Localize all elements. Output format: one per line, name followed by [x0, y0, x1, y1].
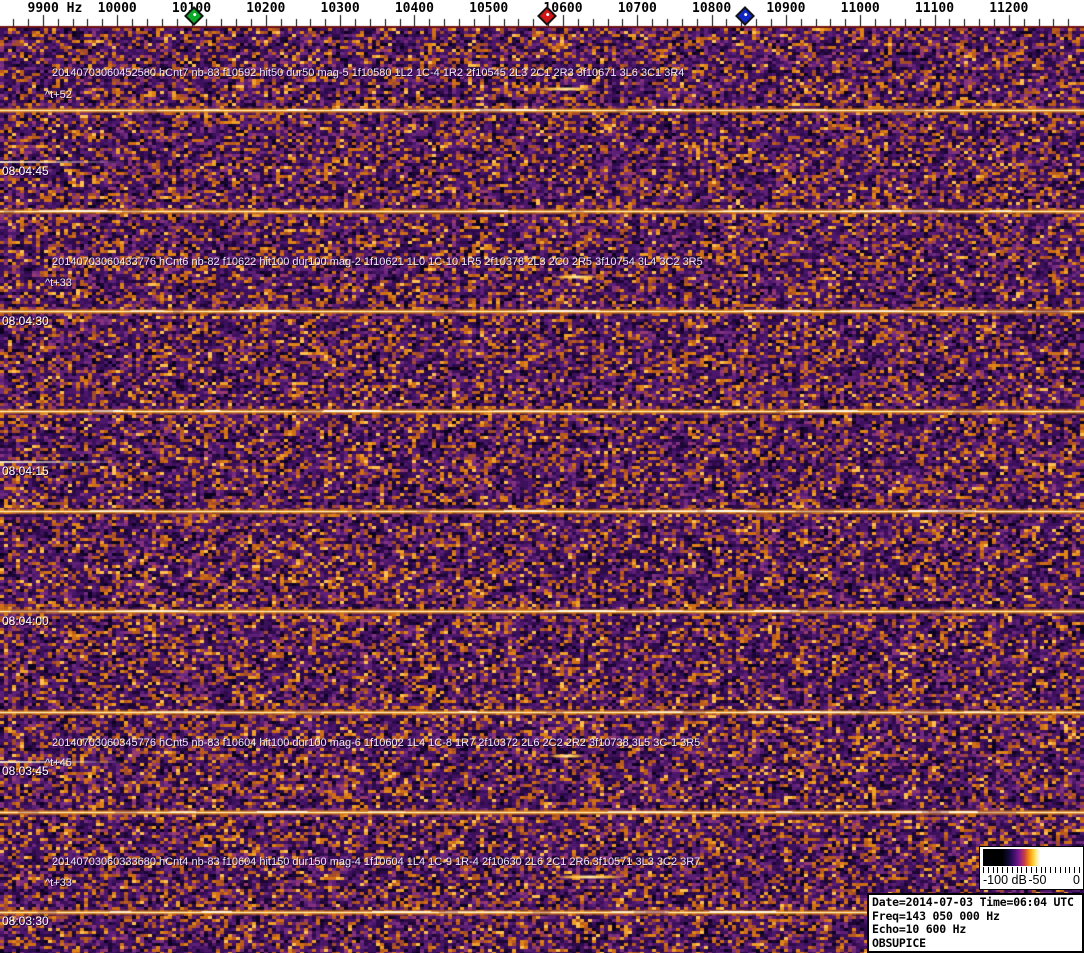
- colorbar-labels: -100 dB -50 0: [982, 873, 1081, 887]
- detection-time-offset: ^t+52: [45, 89, 72, 101]
- detection-text: 20140703060345776 hCnt5 nb-83 f10604 hit…: [52, 737, 701, 749]
- time-label: 08:04:45: [2, 164, 49, 178]
- colorbar-label-max: 0: [1073, 873, 1080, 887]
- detection-text: 20140703060452580 hCnt7 nb-83 f10592 hit…: [52, 67, 685, 79]
- detection-text: 20140703060433776 hCnt6 nb-82 f10622 hit…: [52, 256, 703, 268]
- info-freq-line: Freq=143 050 000 Hz: [872, 908, 1000, 923]
- detection-time-offset: ^t+45: [45, 757, 72, 769]
- time-label: 08:04:15: [2, 464, 49, 478]
- freq-tick-label: 10000: [97, 1, 137, 16]
- detection-time-offset: ^t+33: [45, 877, 72, 889]
- time-label: 08:04:00: [2, 614, 49, 628]
- app-window: 9900 Hz100001010010200103001040010500106…: [0, 0, 1084, 953]
- time-label: 08:03:30: [2, 914, 49, 928]
- intensity-colorbar: -100 dB -50 0: [979, 846, 1084, 890]
- freq-tick-label: 10900: [766, 1, 806, 16]
- freq-tick-label: 11200: [989, 1, 1029, 16]
- time-label: 08:04:30: [2, 314, 49, 328]
- info-date-line: Date=2014-07-03 Time=06:04 UTC: [872, 895, 1074, 909]
- time-label: 08:03:45: [2, 764, 49, 778]
- spectrogram-canvas[interactable]: [0, 0, 1084, 953]
- detection-text: 20140703060333680 hCnt4 nb-83 f10604 hit…: [52, 856, 701, 868]
- colorbar-label-min: -100 dB: [983, 873, 1027, 887]
- colorbar-label-mid: -50: [1028, 873, 1047, 887]
- info-station-line: OBSUPICE: [872, 935, 926, 950]
- freq-tick-label: 10200: [246, 1, 286, 16]
- info-panel: Date=2014-07-03 Time=06:04 UTC Freq=143 …: [867, 893, 1084, 953]
- freq-tick-label: 10700: [617, 1, 657, 16]
- freq-tick-label: 11000: [840, 1, 880, 16]
- freq-tick-label: 10300: [320, 1, 360, 16]
- info-echo-line: Echo=10 600 Hz: [872, 922, 967, 936]
- freq-tick-label: 10500: [469, 1, 509, 16]
- freq-tick-label: 10800: [692, 1, 732, 16]
- freq-tick-label: 9900 Hz: [27, 1, 83, 16]
- detection-time-offset: ^t+33: [45, 277, 72, 289]
- freq-tick-label: 10400: [394, 1, 434, 16]
- colorbar-gradient: [983, 849, 1080, 866]
- freq-tick-label: 11100: [914, 1, 955, 16]
